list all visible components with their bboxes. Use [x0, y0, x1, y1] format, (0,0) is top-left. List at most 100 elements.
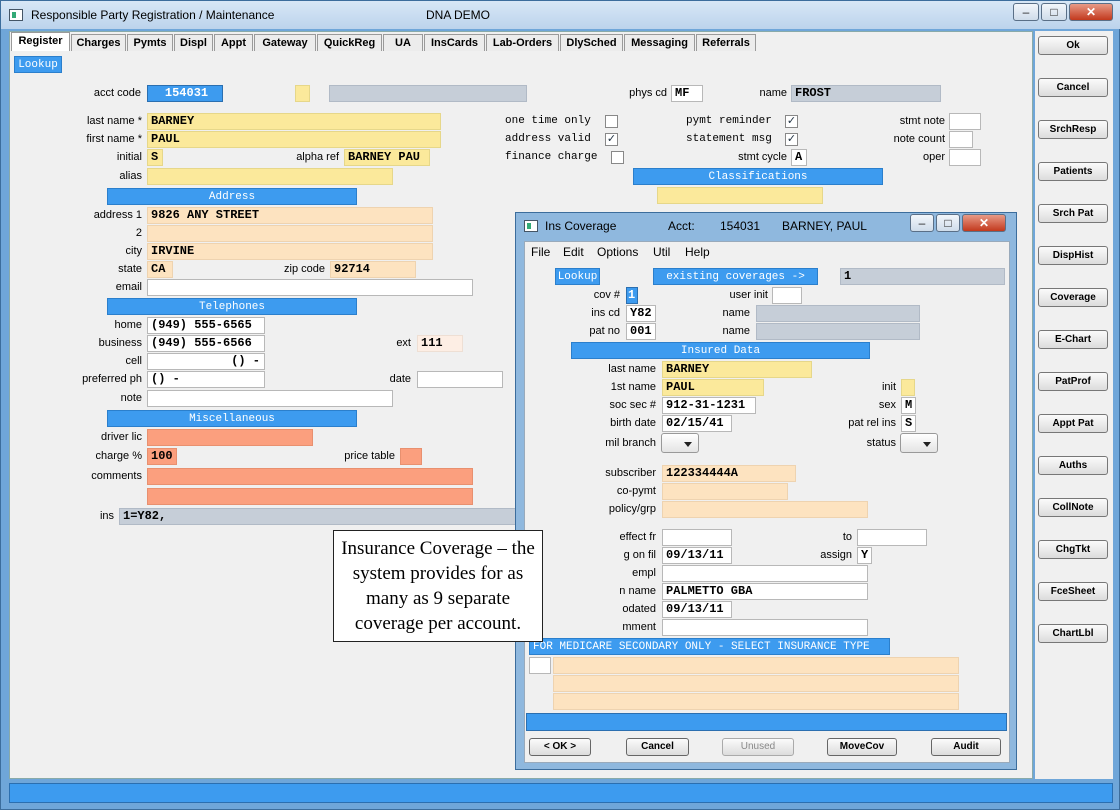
ins-cd-field[interactable]: Y82 — [626, 305, 656, 322]
tab-ua[interactable]: UA — [383, 34, 423, 51]
tab-inscards[interactable]: InsCards — [424, 34, 485, 51]
tab-displ[interactable]: Displ — [174, 34, 213, 51]
insured-first-name-field[interactable]: PAUL — [662, 379, 764, 396]
pymt-reminder-checkbox[interactable]: ✓ — [785, 115, 798, 128]
empl-field[interactable] — [662, 565, 868, 582]
menu-help[interactable]: Help — [685, 244, 710, 260]
finance-charge-checkbox[interactable] — [611, 151, 624, 164]
e-chart-button[interactable]: E-Chart — [1038, 330, 1108, 349]
ins-maximize-icon[interactable]: □ — [936, 214, 960, 232]
address-valid-checkbox[interactable]: ✓ — [605, 133, 618, 146]
tab-referrals[interactable]: Referrals — [696, 34, 756, 51]
city-field[interactable]: IRVINE — [147, 243, 433, 260]
flag-field[interactable] — [295, 85, 310, 102]
ins-close-icon[interactable]: ✕ — [962, 214, 1006, 232]
medicare-row-3[interactable] — [553, 693, 959, 710]
preferred-phone-field[interactable]: () - — [147, 371, 265, 388]
menu-file[interactable]: File — [531, 244, 550, 260]
collnote-button[interactable]: CollNote — [1038, 498, 1108, 517]
address2-field[interactable] — [147, 225, 433, 242]
lookup-button[interactable]: Lookup — [14, 56, 62, 73]
tab-appt[interactable]: Appt — [214, 34, 253, 51]
tab-register[interactable]: Register — [11, 32, 70, 51]
sig-on-file-field[interactable]: 09/13/11 — [662, 547, 732, 564]
ins-audit-button[interactable]: Audit — [931, 738, 1001, 756]
effect-fr-field[interactable] — [662, 529, 732, 546]
comments-field-1[interactable] — [147, 468, 473, 485]
initial-field[interactable]: S — [147, 149, 163, 166]
email-field[interactable] — [147, 279, 473, 296]
home-phone-field[interactable]: (949) 555-6565 — [147, 317, 265, 334]
oper-field[interactable] — [949, 149, 981, 166]
coverage-button[interactable]: Coverage — [1038, 288, 1108, 307]
menu-edit[interactable]: Edit — [563, 244, 584, 260]
sex-field[interactable]: M — [901, 397, 916, 414]
appt-pat-button[interactable]: Appt Pat — [1038, 414, 1108, 433]
chgtkt-button[interactable]: ChgTkt — [1038, 540, 1108, 559]
classification-field[interactable] — [657, 187, 823, 204]
address1-field[interactable]: 9826 ANY STREET — [147, 207, 433, 224]
close-icon[interactable]: ✕ — [1069, 3, 1113, 21]
tab-dlysched[interactable]: DlySched — [560, 34, 623, 51]
alias-field[interactable] — [147, 168, 393, 185]
price-table-field[interactable] — [400, 448, 422, 465]
comment-field[interactable] — [662, 619, 868, 636]
cov-field[interactable]: 1 — [626, 287, 638, 304]
tab-quickreg[interactable]: QuickReg — [317, 34, 382, 51]
cell-phone-field[interactable]: () - — [147, 353, 265, 370]
charge-field[interactable]: 100 — [147, 448, 177, 465]
insured-last-name-field[interactable]: BARNEY — [662, 361, 812, 378]
status-dropdown[interactable] — [900, 433, 938, 453]
tab-gateway[interactable]: Gateway — [254, 34, 316, 51]
tab-messaging[interactable]: Messaging — [624, 34, 695, 51]
maximize-icon[interactable]: □ — [1041, 3, 1067, 21]
medicare-row-1[interactable] — [553, 657, 959, 674]
menu-options[interactable]: Options — [597, 244, 638, 260]
cancel-button[interactable]: Cancel — [1038, 78, 1108, 97]
patients-button[interactable]: Patients — [1038, 162, 1108, 181]
zip-field[interactable]: 92714 — [330, 261, 416, 278]
stmt-cycle-field[interactable]: A — [791, 149, 807, 166]
first-name-field[interactable]: PAUL — [147, 131, 441, 148]
state-field[interactable]: CA — [147, 261, 173, 278]
auths-button[interactable]: Auths — [1038, 456, 1108, 475]
patprof-button[interactable]: PatProf — [1038, 372, 1108, 391]
ok-button[interactable]: Ok — [1038, 36, 1108, 55]
tab-lab-orders[interactable]: Lab-Orders — [486, 34, 559, 51]
plan-name-field[interactable]: PALMETTO GBA — [662, 583, 868, 600]
srch-pat-button[interactable]: Srch Pat — [1038, 204, 1108, 223]
ins-minimize-icon[interactable]: – — [910, 214, 934, 232]
updated-field[interactable]: 09/13/11 — [662, 601, 732, 618]
ins-movecov-button[interactable]: MoveCov — [827, 738, 897, 756]
ins-ok-button[interactable]: < OK > — [529, 738, 591, 756]
acct-code-field[interactable]: 154031 — [147, 85, 223, 102]
phys-cd-field[interactable]: MF — [671, 85, 703, 102]
one-time-only-checkbox[interactable] — [605, 115, 618, 128]
pat-rel-ins-field[interactable]: S — [901, 415, 916, 432]
driver-lic-field[interactable] — [147, 429, 313, 446]
fcesheet-button[interactable]: FceSheet — [1038, 582, 1108, 601]
mil-branch-dropdown[interactable] — [661, 433, 699, 453]
pat-no-field[interactable]: 001 — [626, 323, 656, 340]
minimize-icon[interactable]: – — [1013, 3, 1039, 21]
disphist-button[interactable]: DispHist — [1038, 246, 1108, 265]
phone-note-field[interactable] — [147, 390, 393, 407]
comments-field-2[interactable] — [147, 488, 473, 505]
date-field[interactable] — [417, 371, 503, 388]
stmt-note-field[interactable] — [949, 113, 981, 130]
srchresp-button[interactable]: SrchResp — [1038, 120, 1108, 139]
tab-pymts[interactable]: Pymts — [127, 34, 173, 51]
ins-cancel-button[interactable]: Cancel — [626, 738, 689, 756]
assign-field[interactable]: Y — [857, 547, 872, 564]
existing-coverages-button[interactable]: existing coverages -> — [653, 268, 818, 285]
ext-field[interactable]: 111 — [417, 335, 463, 352]
user-init-field[interactable] — [772, 287, 802, 304]
policy-grp-field[interactable] — [662, 501, 868, 518]
init-field[interactable] — [901, 379, 915, 396]
alpha-ref-field[interactable]: BARNEY PAU — [344, 149, 430, 166]
ins-lookup-button[interactable]: Lookup — [555, 268, 600, 285]
medicare-row-2[interactable] — [553, 675, 959, 692]
subscriber-field[interactable]: 122334444A — [662, 465, 796, 482]
soc-sec-field[interactable]: 912-31-1231 — [662, 397, 756, 414]
statement-msg-checkbox[interactable]: ✓ — [785, 133, 798, 146]
